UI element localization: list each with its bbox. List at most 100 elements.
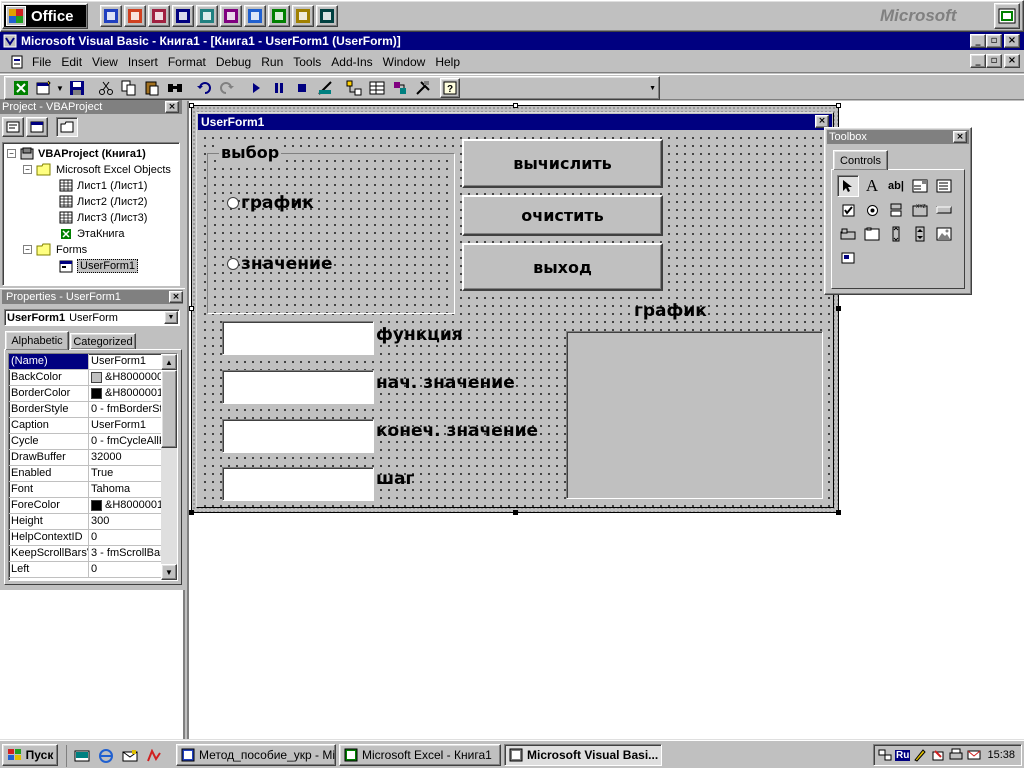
option-graph[interactable]: график <box>227 193 314 213</box>
tree-sheet1-row[interactable]: Лист1 (Лист1) <box>59 179 147 192</box>
tabstrip-tool-icon[interactable] <box>837 223 859 245</box>
office-logo-button[interactable]: Office <box>2 3 88 29</box>
select-objects-icon[interactable] <box>837 175 859 197</box>
frame-tool-icon[interactable]: XYZ <box>909 199 931 221</box>
property-value[interactable]: &H80000012 <box>89 498 172 513</box>
outlook-icon[interactable] <box>196 5 218 27</box>
resize-handle[interactable] <box>836 306 841 311</box>
listbox-tool-icon[interactable] <box>933 175 955 197</box>
toolbox-titlebar[interactable]: Toolbox <box>827 130 969 144</box>
property-value[interactable]: 0 - fmCycleAllForms <box>89 434 172 449</box>
redo-icon[interactable] <box>215 77 238 99</box>
break-icon[interactable] <box>267 77 290 99</box>
end-value-input[interactable] <box>222 419 374 453</box>
property-row[interactable]: HelpContextID 0 <box>9 530 172 546</box>
object-selector-dropdown-icon[interactable]: ▼ <box>164 311 178 324</box>
tree-userform1-row[interactable]: UserForm1 <box>59 259 139 273</box>
tree-sheet2-row[interactable]: Лист2 (Лист2) <box>59 195 147 208</box>
taskbar-task-button[interactable]: Метод_пособие_укр - Mi... <box>176 744 336 766</box>
menu-debug[interactable]: Debug <box>216 55 251 69</box>
binder-icon[interactable] <box>172 5 194 27</box>
view-excel-icon[interactable] <box>9 77 32 99</box>
app-restore-button[interactable]: ▫ <box>986 34 1002 48</box>
property-value[interactable]: 300 <box>89 514 172 529</box>
folder-icon[interactable] <box>292 5 314 27</box>
office-bar-menu-button[interactable] <box>994 3 1020 29</box>
copy-icon[interactable] <box>117 77 140 99</box>
menu-edit[interactable]: Edit <box>61 55 82 69</box>
properties-pane-titlebar[interactable]: Properties - UserForm1 <box>2 290 183 304</box>
screen-icon[interactable] <box>316 5 338 27</box>
view-object-icon[interactable] <box>26 117 48 137</box>
save-icon[interactable] <box>65 77 88 99</box>
language-indicator[interactable]: Ru <box>895 749 911 761</box>
toolbox-icon[interactable] <box>411 77 434 99</box>
property-value[interactable]: 0 <box>89 562 172 577</box>
quick-launch-app-icon[interactable] <box>143 745 165 767</box>
publisher-icon[interactable] <box>220 5 242 27</box>
menu-format[interactable]: Format <box>168 55 206 69</box>
ie-icon[interactable] <box>244 5 266 27</box>
tray-printer-icon[interactable] <box>948 748 964 762</box>
property-row[interactable]: Left 0 <box>9 562 172 578</box>
graph-image[interactable] <box>566 331 823 499</box>
property-row[interactable]: Height 300 <box>9 514 172 530</box>
project-pane-titlebar[interactable]: Project - VBAProject <box>0 100 182 114</box>
tab-alphabetic[interactable]: Alphabetic <box>5 331 69 350</box>
property-row[interactable]: KeepScrollBarsVisible3 - fmScrollBarsBot… <box>9 546 172 562</box>
tree-excel-objects-row[interactable]: − Microsoft Excel Objects <box>23 163 171 176</box>
resize-handle[interactable] <box>189 103 194 108</box>
properties-window-icon[interactable] <box>365 77 388 99</box>
taskbar-task-button[interactable]: Microsoft Visual Basi... <box>504 744 662 766</box>
tree-forms-row[interactable]: − Forms <box>23 243 87 256</box>
reset-icon[interactable] <box>290 77 313 99</box>
scroll-thumb[interactable] <box>161 370 177 448</box>
outlook-express-icon[interactable] <box>119 745 141 767</box>
resize-handle[interactable] <box>836 510 841 515</box>
properties-pane-close-button[interactable]: × <box>169 291 183 303</box>
combobox-tool-icon[interactable] <box>909 175 931 197</box>
resize-handle[interactable] <box>513 103 518 108</box>
tree-sheet3-row[interactable]: Лист3 (Лист3) <box>59 211 147 224</box>
scrollbar-tool-icon[interactable] <box>885 223 907 245</box>
internet-explorer-icon[interactable] <box>95 745 117 767</box>
toolbox-tab-controls[interactable]: Controls <box>833 150 888 170</box>
userform-titlebar[interactable]: UserForm1 <box>198 114 832 130</box>
scroll-up-icon[interactable]: ▲ <box>161 354 177 370</box>
insert-dropdown-icon[interactable]: ▼ <box>55 84 65 93</box>
project-explorer-icon[interactable] <box>342 77 365 99</box>
menu-tools[interactable]: Tools <box>293 55 321 69</box>
start-value-input[interactable] <box>222 370 374 404</box>
resize-handle[interactable] <box>513 510 518 515</box>
refedit-tool-icon[interactable] <box>837 247 859 269</box>
doc-restore-button[interactable]: ▫ <box>986 54 1002 68</box>
clear-button[interactable]: очистить <box>462 195 663 236</box>
menu-addins[interactable]: Add-Ins <box>331 55 372 69</box>
calculate-button[interactable]: вычислить <box>462 139 663 188</box>
explorer-icon[interactable] <box>268 5 290 27</box>
paste-icon[interactable] <box>140 77 163 99</box>
word-icon[interactable] <box>100 5 122 27</box>
multipage-tool-icon[interactable] <box>861 223 883 245</box>
app-title-bar[interactable]: Microsoft Visual Basic - Книга1 - [Книга… <box>0 32 1024 50</box>
property-value[interactable]: 0 - fmBorderStyleNone <box>89 402 172 417</box>
toggle-folders-icon[interactable] <box>56 117 78 137</box>
tray-mail-icon[interactable] <box>966 748 982 762</box>
optionbutton-tool-icon[interactable] <box>861 199 883 221</box>
property-row[interactable]: Cycle0 - fmCycleAllForms <box>9 434 172 450</box>
app-minimize-button[interactable]: _ <box>970 34 986 48</box>
tray-pen-icon[interactable] <box>912 748 928 762</box>
tree-root-row[interactable]: − VBAProject (Книга1) <box>7 147 146 160</box>
tab-categorized[interactable]: Categorized <box>70 333 136 350</box>
taskbar-task-button[interactable]: Microsoft Excel - Книга1 <box>339 744 501 766</box>
function-input[interactable] <box>222 321 374 355</box>
option-value[interactable]: значение <box>227 254 332 274</box>
property-value[interactable]: 32000 <box>89 450 172 465</box>
doc-minimize-button[interactable]: _ <box>970 54 986 68</box>
properties-scrollbar[interactable]: ▲ ▼ <box>161 354 177 580</box>
togglebutton-tool-icon[interactable] <box>885 199 907 221</box>
toolbar-options-icon[interactable]: ▼ <box>649 85 656 92</box>
property-row[interactable]: BorderStyle0 - fmBorderStyleNone <box>9 402 172 418</box>
property-value[interactable]: True <box>89 466 172 481</box>
tray-pencil-icon[interactable] <box>930 748 946 762</box>
